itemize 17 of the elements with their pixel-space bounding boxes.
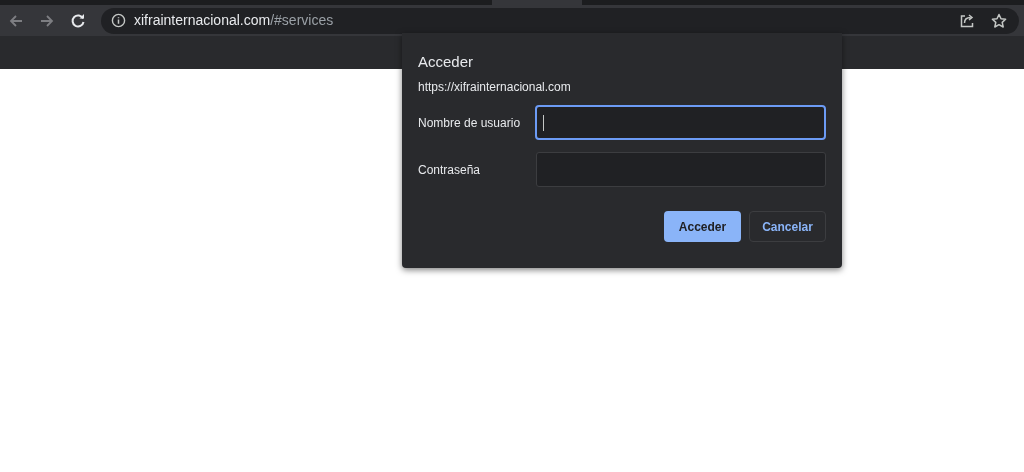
field-label: Contraseña — [418, 161, 482, 179]
input-field[interactable] — [534, 105, 826, 140]
site-url: https://xifrainternacional.com — [418, 79, 572, 95]
info-icon[interactable] — [111, 13, 126, 28]
input-field[interactable] — [535, 152, 826, 187]
cancel-button[interactable]: Cancelar — [749, 211, 826, 242]
field-label: Nombre de usuario — [418, 114, 522, 132]
back-icon[interactable] — [8, 12, 24, 29]
share-icon[interactable] — [959, 12, 975, 29]
address-bar[interactable]: xifrainternacional.com/#services — [101, 7, 1019, 34]
url-path: /#services — [270, 11, 334, 30]
forward-icon[interactable] — [39, 12, 55, 29]
star-icon[interactable] — [991, 12, 1007, 29]
reload-icon[interactable] — [70, 12, 86, 29]
sign-in-button[interactable]: Acceder — [664, 211, 741, 242]
dialog-title: Acceder — [418, 52, 475, 72]
url-host: xifrainternacional.com — [134, 11, 271, 30]
